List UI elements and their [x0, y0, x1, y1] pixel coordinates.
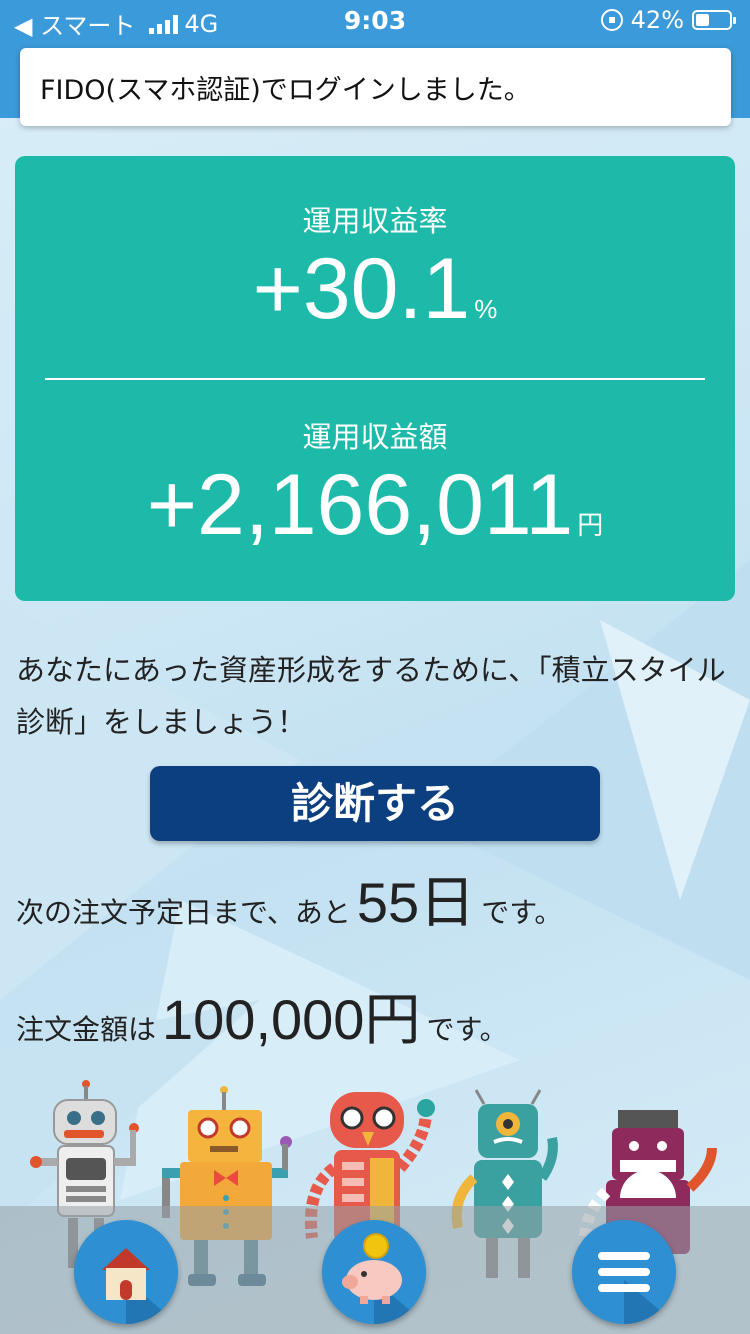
return-amount: +2,166,011 円 [15, 456, 735, 555]
return-rate-label: 運用収益率 [302, 204, 448, 238]
diagnosis-intro: あなたにあった資産形成をするために、「積立スタイル診断」をしましょう！ [16, 653, 726, 739]
toast-message: FIDO(スマホ認証)でログインしました。 [40, 74, 531, 106]
order-amount-line: 注文金額は 100,000円 です。 [16, 975, 508, 1056]
menu-icon [598, 1252, 676, 1324]
return-rate-unit: % [474, 294, 498, 324]
return-amount-label: 運用収益額 [302, 420, 448, 454]
battery-percent: 42% [630, 6, 684, 34]
days-value: 55 [356, 871, 420, 934]
login-toast[interactable]: FIDO(スマホ認証)でログインしました。 [20, 48, 731, 126]
diagnose-button[interactable]: 診断する [150, 766, 600, 841]
home-icon [102, 1248, 178, 1324]
next-order-line: 次の注文予定日まで、あと 55日 です。 [16, 858, 562, 939]
return-rate-value: +30.1 [252, 241, 471, 337]
savings-button[interactable] [322, 1220, 426, 1324]
return-rate: +30.1% [15, 240, 735, 339]
returns-card: 運用収益率 +30.1% 運用収益額 +2,166,011 円 [15, 156, 735, 601]
rotation-lock-icon [600, 9, 623, 31]
next-order-prefix: 次の注文予定日まで、あと [16, 896, 351, 929]
order-amount-unit: 円 [364, 988, 421, 1051]
menu-button[interactable] [572, 1220, 676, 1324]
order-amount-suffix: です。 [426, 1013, 508, 1046]
return-amount-unit: 円 [577, 510, 604, 540]
next-order-days: 55日 [357, 858, 475, 939]
days-unit: 日 [419, 871, 476, 934]
status-bar: ◀ スマート 4G 9:03 42% [0, 0, 750, 40]
order-amount-prefix: 注文金額は [16, 1013, 157, 1046]
next-order-suffix: です。 [481, 896, 563, 929]
order-amount: 100,000円 [162, 975, 420, 1056]
piggy-bank-icon [342, 1233, 426, 1324]
status-right: 42% [600, 6, 736, 34]
card-divider [45, 378, 705, 380]
order-amount-value: 100,000 [162, 988, 365, 1051]
home-button[interactable] [74, 1220, 178, 1324]
battery-icon [692, 10, 736, 30]
return-amount-value: +2,166,011 [146, 457, 574, 553]
